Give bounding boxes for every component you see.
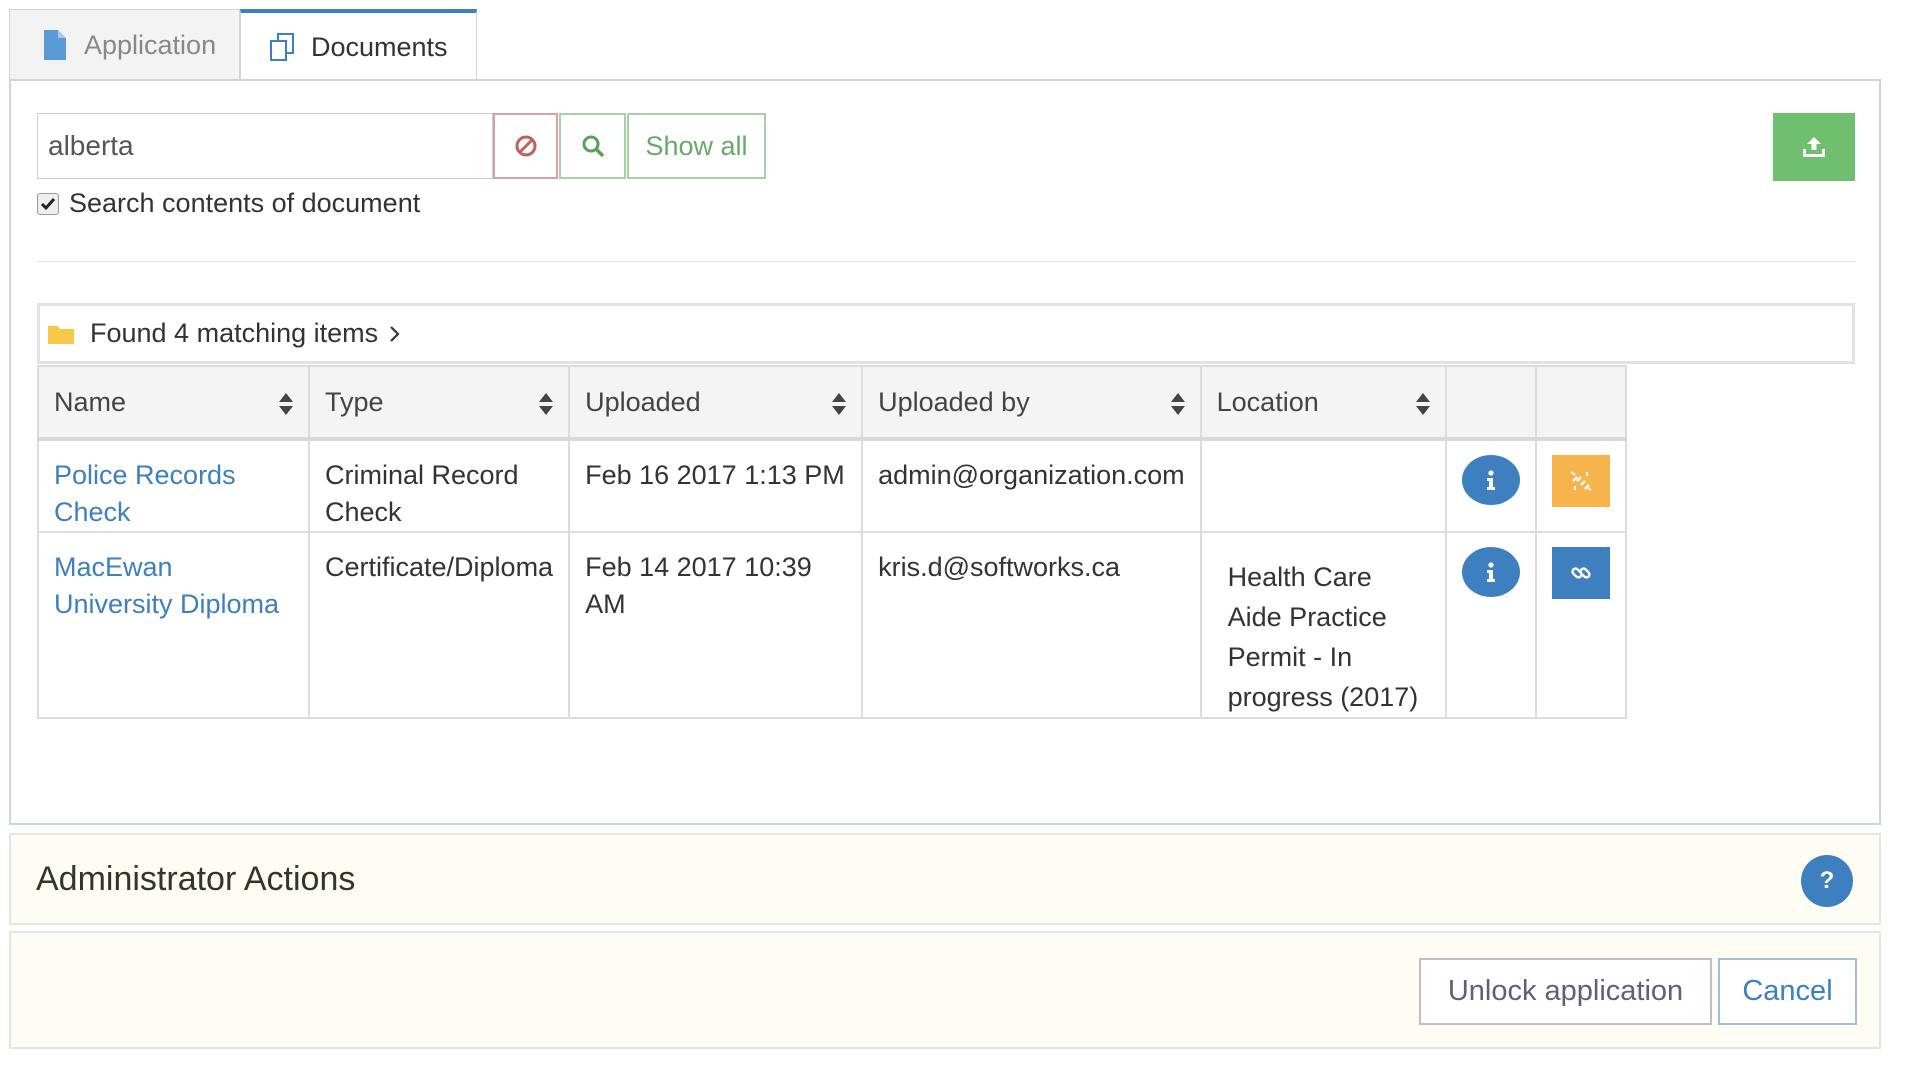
documents-panel: Show all Search contents of document Fou… — [9, 79, 1881, 825]
info-button[interactable] — [1461, 547, 1520, 597]
tab-bar: Application Documents — [9, 9, 477, 81]
info-button[interactable] — [1461, 455, 1520, 505]
row-info-cell — [1444, 531, 1537, 719]
documents-icon — [270, 33, 294, 61]
row-location-cell: Health Care Aide Practice Permit - In pr… — [1199, 531, 1447, 719]
tab-documents[interactable]: Documents — [240, 9, 477, 81]
chevron-right-icon — [390, 325, 400, 342]
link-button[interactable] — [1551, 547, 1610, 599]
link-icon — [1570, 567, 1591, 579]
search-icon — [582, 135, 604, 158]
ban-icon — [515, 135, 536, 157]
column-header-name[interactable]: Name — [37, 365, 310, 441]
divider — [37, 261, 1855, 262]
folder-icon — [48, 325, 74, 344]
search-contents-checkbox[interactable] — [37, 192, 59, 215]
row-uploaded-by-cell: admin@organization.com — [861, 438, 1202, 533]
info-icon — [1486, 470, 1495, 490]
checkmark-icon — [40, 197, 56, 210]
cancel-button[interactable]: Cancel — [1718, 958, 1857, 1025]
show-all-button[interactable]: Show all — [627, 113, 766, 179]
sort-icon — [279, 393, 293, 415]
row-link-cell — [1534, 438, 1627, 533]
sort-icon — [1170, 393, 1185, 415]
upload-button[interactable] — [1773, 113, 1855, 181]
sort-icon — [1415, 393, 1430, 415]
column-header-type[interactable]: Type — [307, 365, 571, 441]
document-link[interactable]: Police Records Check — [54, 460, 236, 527]
search-contents-option[interactable]: Search contents of document — [37, 188, 420, 219]
row-name-cell: Police Records Check — [37, 438, 310, 533]
administrator-actions-header[interactable]: Administrator Actions ? — [9, 833, 1881, 925]
sort-icon — [539, 393, 554, 415]
results-breadcrumb[interactable]: Found 4 matching items — [37, 303, 1855, 364]
documents-table: Name Type Uploaded Uploaded by Location — [37, 365, 1627, 719]
row-name-cell: MacEwan University Diploma — [37, 531, 310, 719]
column-header-location[interactable]: Location — [1199, 365, 1447, 441]
clear-search-button[interactable] — [493, 113, 558, 179]
help-button[interactable]: ? — [1801, 855, 1853, 907]
row-type-cell: Certificate/Diploma — [307, 531, 571, 719]
row-location-cell — [1199, 438, 1447, 533]
file-icon — [44, 30, 66, 60]
column-header-uploaded-by[interactable]: Uploaded by — [861, 365, 1202, 441]
unlink-icon — [1570, 471, 1592, 491]
tab-application-label: Application — [84, 29, 217, 60]
tab-documents-label: Documents — [311, 31, 448, 62]
document-link[interactable]: MacEwan University Diploma — [54, 552, 279, 619]
action-footer: Unlock application Cancel — [9, 931, 1881, 1049]
column-header-info — [1444, 365, 1537, 441]
row-info-cell — [1444, 438, 1537, 533]
row-type-cell: Criminal Record Check — [307, 438, 571, 533]
info-icon — [1486, 562, 1495, 582]
row-uploaded-by-cell: kris.d@softworks.ca — [861, 531, 1202, 719]
unlock-application-button[interactable]: Unlock application — [1419, 958, 1712, 1025]
results-count: Found 4 matching items — [90, 318, 379, 348]
table-row: Police Records Check Criminal Record Che… — [37, 438, 1627, 533]
row-uploaded-cell: Feb 14 2017 10:39 AM — [568, 531, 864, 719]
search-contents-label: Search contents of document — [69, 188, 421, 218]
sort-icon — [832, 393, 847, 415]
table-header-row: Name Type Uploaded Uploaded by Location — [37, 365, 1627, 441]
column-header-link — [1534, 365, 1627, 441]
table-row: MacEwan University Diploma Certificate/D… — [37, 531, 1627, 719]
row-uploaded-cell: Feb 16 2017 1:13 PM — [568, 438, 864, 533]
row-link-cell — [1534, 531, 1627, 719]
unlink-button[interactable] — [1551, 455, 1610, 507]
search-input[interactable] — [37, 113, 493, 179]
column-header-uploaded[interactable]: Uploaded — [568, 365, 864, 441]
upload-icon — [1803, 137, 1825, 157]
tab-application[interactable]: Application — [9, 9, 240, 80]
administrator-actions-title: Administrator Actions — [36, 859, 356, 898]
search-button[interactable] — [559, 113, 626, 179]
